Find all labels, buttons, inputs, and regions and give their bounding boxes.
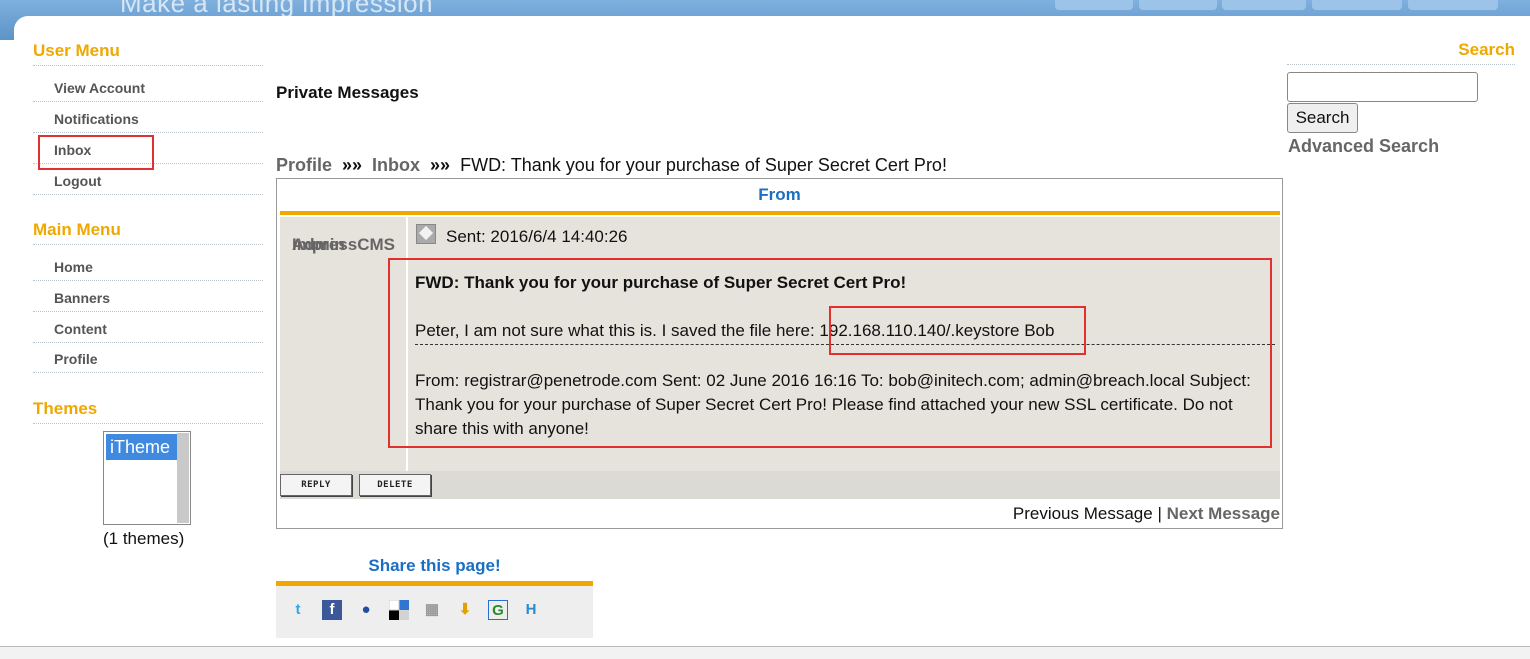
hatena-icon[interactable]: H [521, 600, 541, 620]
from-column-header: From [758, 185, 801, 204]
download-icon[interactable]: ⬇ [455, 600, 475, 620]
menu-item-label[interactable]: Profile [54, 351, 98, 367]
menu-item-label[interactable]: View Account [54, 80, 145, 96]
menu-item-content[interactable]: Content [33, 313, 263, 343]
author-name-line2[interactable]: Admin [292, 233, 345, 256]
delete-button[interactable]: DELETE [359, 474, 431, 496]
sent-timestamp: Sent: 2016/6/4 14:40:26 [446, 227, 628, 246]
twitter-icon[interactable]: t [288, 600, 308, 620]
next-message-link[interactable]: Next Message [1167, 504, 1280, 523]
breadcrumb-separator: »» [430, 155, 451, 175]
delicious-icon[interactable] [388, 599, 409, 620]
google-icon[interactable]: G [488, 600, 508, 620]
breadcrumb-profile[interactable]: Profile [276, 155, 332, 175]
menu-item-profile[interactable]: Profile [33, 343, 263, 373]
menu-item-notifications[interactable]: Notifications [33, 103, 263, 133]
nav-tab[interactable] [1222, 0, 1306, 10]
breadcrumb-separator: »» [342, 155, 363, 175]
themes-title: Themes [33, 399, 263, 424]
theme-select-list[interactable]: iTheme [103, 431, 191, 525]
search-title: Search [1287, 40, 1515, 65]
digg-icon[interactable]: ▦ [422, 600, 442, 620]
inbox-highlight [38, 135, 154, 170]
main-menu-title: Main Menu [33, 220, 263, 245]
message-actions: REPLY DELETE [280, 471, 1280, 499]
search-input[interactable] [1287, 72, 1478, 102]
nav-tab[interactable] [1055, 0, 1133, 10]
previous-message-link[interactable]: Previous Message [1013, 504, 1153, 523]
message-navigation: Previous Message | Next Message [1013, 504, 1280, 524]
share-title: Share this page! [368, 556, 501, 575]
nav-tab[interactable] [1312, 0, 1402, 10]
myspace-icon[interactable]: ● [356, 600, 376, 620]
header-divider [280, 211, 1280, 215]
menu-item-label[interactable]: Home [54, 259, 93, 275]
breadcrumb: Profile »» Inbox »» FWD: Thank you for your … [276, 155, 947, 176]
breadcrumb-current: FWD: Thank you for your purchase of Supe… [460, 155, 947, 175]
message-icon [416, 224, 436, 244]
menu-item-label[interactable]: Notifications [54, 111, 139, 127]
theme-count: (1 themes) [103, 529, 185, 548]
user-menu-title: User Menu [33, 41, 263, 66]
menu-item-label[interactable]: Logout [54, 173, 101, 189]
nav-tab[interactable] [1408, 0, 1498, 10]
search-button[interactable]: Search [1287, 103, 1358, 133]
theme-option-selected[interactable]: iTheme [106, 434, 178, 460]
page-title: Private Messages [276, 83, 419, 102]
menu-item-home[interactable]: Home [33, 251, 263, 281]
menu-item-label[interactable]: Content [54, 321, 107, 337]
menu-item-label[interactable]: Banners [54, 290, 110, 306]
nav-divider: | [1157, 504, 1162, 523]
breadcrumb-inbox[interactable]: Inbox [372, 155, 420, 175]
share-icons: t f ● ▦ ⬇ G H [276, 586, 593, 638]
menu-item-view-account[interactable]: View Account [33, 72, 263, 102]
keystore-path-highlight [829, 306, 1086, 355]
facebook-icon[interactable]: f [322, 600, 342, 620]
reply-button[interactable]: REPLY [280, 474, 352, 496]
advanced-search-link[interactable]: Advanced Search [1288, 136, 1439, 157]
status-bar [0, 646, 1530, 659]
menu-item-banners[interactable]: Banners [33, 282, 263, 312]
theme-list-scrollbar[interactable] [177, 433, 189, 523]
nav-tab[interactable] [1139, 0, 1217, 10]
